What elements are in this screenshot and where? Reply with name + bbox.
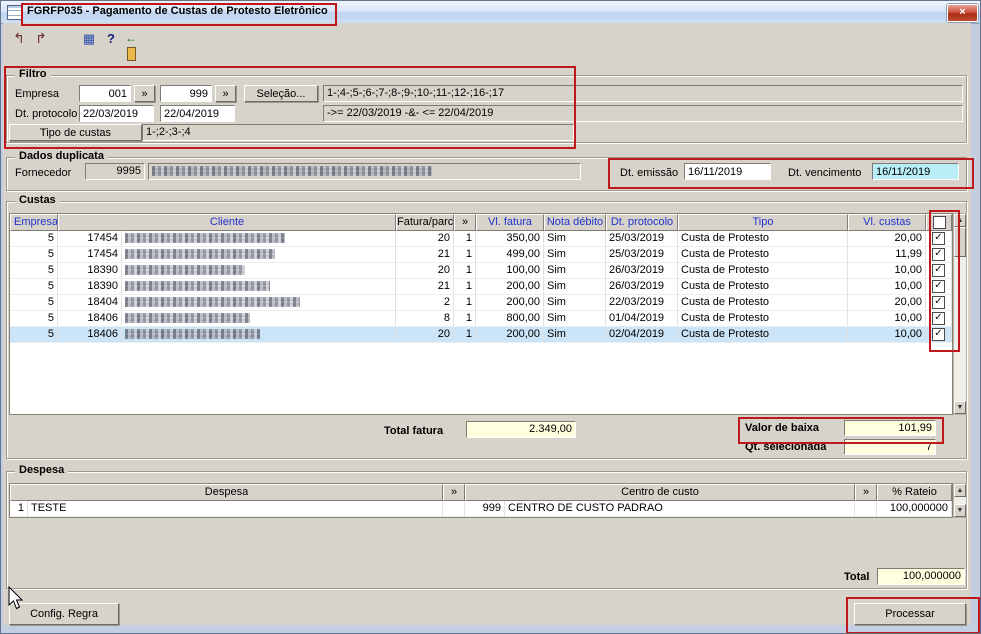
dt-vencimento-input[interactable] (872, 163, 959, 180)
post-all-icon[interactable]: ↱ (31, 30, 51, 48)
column-header-cc-arrow[interactable]: » (855, 484, 877, 501)
column-header-parc-arrow[interactable]: » (454, 214, 476, 231)
table-row-selected[interactable]: 5 18406 20 1 200,00 Sim 02/04/2019 Custa… (10, 327, 952, 343)
fornecedor-code-field: 9995 (85, 163, 145, 180)
filtro-group-title: Filtro (15, 68, 51, 80)
total-fatura-label: Total fatura (384, 425, 444, 437)
valor-baixa-label: Valor de baixa (745, 422, 819, 434)
empresa-to-input[interactable] (160, 85, 212, 102)
empresa-list-field: 1-;4-;5-;6-;7-;8-;9-;10-;11-;12-;16-;17 (323, 85, 963, 102)
table-row[interactable]: 5 18404 2 1 200,00 Sim 22/03/2019 Custa … (10, 295, 952, 311)
client-name-redacted (125, 313, 250, 324)
row-checkbox[interactable]: ✓ (932, 247, 945, 261)
row-checkbox[interactable]: ✓ (932, 263, 945, 277)
processar-button[interactable]: Processar (854, 603, 966, 625)
valor-baixa-field: 101,99 (844, 420, 936, 436)
row-checkbox[interactable]: ✓ (932, 311, 945, 325)
window-title: FGRFP035 - Pagamento de Custas de Protes… (27, 5, 328, 17)
qt-selecionada-label: Qt. selecionada (745, 441, 827, 453)
client-name-redacted (125, 281, 270, 292)
empresa-range-button-2[interactable]: » (215, 85, 236, 102)
selecao-button[interactable]: Seleção... (244, 85, 318, 102)
dt-vencimento-label: Dt. vencimento (788, 167, 862, 179)
scroll-down-icon[interactable]: ▼ (954, 504, 966, 517)
client-name-redacted (125, 249, 275, 260)
client-name-redacted (125, 233, 285, 244)
column-header-vl-fatura[interactable]: Vl. fatura (476, 214, 544, 231)
scrollbar-thumb[interactable] (954, 227, 966, 257)
table-row[interactable]: 5 17454 21 1 499,00 Sim 25/03/2019 Custa… (10, 247, 952, 263)
despesa-grid: Despesa » Centro de custo » % Rateio 1 T… (9, 483, 953, 518)
tipo-custas-button[interactable]: Tipo de custas (9, 124, 142, 141)
scroll-up-icon[interactable]: ▲ (954, 214, 966, 227)
column-header-despesa-arrow[interactable]: » (443, 484, 465, 501)
despesa-grid-header: Despesa » Centro de custo » % Rateio (10, 484, 952, 501)
client-name-redacted (125, 297, 300, 308)
table-row[interactable]: 5 18406 8 1 800,00 Sim 01/04/2019 Custa … (10, 311, 952, 327)
tipo-custas-field: 1-;2-;3-;4 (142, 124, 574, 141)
column-header-tipo[interactable]: Tipo (678, 214, 848, 231)
fornecedor-label: Fornecedor (15, 167, 72, 179)
custas-grid-header: Empresa Cliente Fatura/parc. » Vl. fatur… (10, 214, 952, 231)
dt-protocolo-from-input[interactable] (79, 105, 154, 122)
column-header-cliente[interactable]: Cliente (58, 214, 396, 231)
fornecedor-name-field (148, 163, 581, 180)
empresa-range-button[interactable]: » (134, 85, 155, 102)
row-checkbox[interactable]: ✓ (932, 231, 945, 245)
dados-duplicata-group-title: Dados duplicata (15, 150, 108, 162)
titlebar[interactable]: FGRFP035 - Pagamento de Custas de Protes… (1, 1, 980, 24)
column-header-nota-debito[interactable]: Nota débito (544, 214, 606, 231)
app-window: FGRFP035 - Pagamento de Custas de Protes… (0, 0, 981, 634)
row-checkbox[interactable]: ✓ (932, 295, 945, 309)
despesa-total-field: 100,000000 (877, 568, 965, 585)
row-checkbox[interactable]: ✓ (932, 327, 945, 341)
dt-protocolo-expr-field: ->= 22/03/2019 -&- <= 22/04/2019 (323, 105, 963, 122)
column-header-centro-custo[interactable]: Centro de custo (465, 484, 855, 501)
config-regra-button[interactable]: Config. Regra (9, 603, 119, 625)
custas-group-title: Custas (15, 194, 60, 206)
custas-scrollbar[interactable]: ▲ ▼ (953, 213, 967, 415)
empresa-label: Empresa (15, 88, 60, 100)
table-row[interactable]: 5 18390 20 1 100,00 Sim 26/03/2019 Custa… (10, 263, 952, 279)
despesa-total-label: Total (844, 571, 870, 583)
column-header-empresa[interactable]: Empresa (10, 214, 58, 231)
exit-icon[interactable]: ← (121, 30, 141, 48)
select-all-checkbox[interactable] (932, 215, 946, 229)
despesa-scrollbar[interactable]: ▲ ▼ (953, 483, 967, 518)
qt-selecionada-field: 7 (844, 439, 936, 455)
column-header-dt-protocolo[interactable]: Dt. protocolo (606, 214, 678, 231)
despesa-row[interactable]: 1 TESTE 999 CENTRO DE CUSTO PADRAO 100,0… (10, 501, 952, 517)
dt-emissao-label: Dt. emissão (620, 167, 679, 179)
dt-protocolo-to-input[interactable] (160, 105, 235, 122)
scroll-up-icon[interactable]: ▲ (954, 484, 966, 497)
column-header-fatura-parc[interactable]: Fatura/parc. (396, 214, 454, 231)
fornecedor-name-redacted (152, 166, 432, 177)
custas-grid: Empresa Cliente Fatura/parc. » Vl. fatur… (9, 213, 953, 415)
scroll-down-icon[interactable]: ▼ (954, 401, 966, 414)
table-row[interactable]: 5 18390 21 1 200,00 Sim 26/03/2019 Custa… (10, 279, 952, 295)
despesa-group-title: Despesa (15, 464, 69, 476)
row-checkbox[interactable]: ✓ (932, 279, 945, 293)
dt-protocolo-label: Dt. protocolo (15, 108, 78, 120)
column-header-select[interactable] (926, 214, 952, 231)
close-button[interactable]: × (947, 4, 978, 22)
column-header-despesa[interactable]: Despesa (10, 484, 443, 501)
client-name-redacted (125, 265, 245, 276)
column-header-rateio[interactable]: % Rateio (877, 484, 952, 501)
help-icon[interactable]: ? (101, 30, 121, 48)
total-fatura-field: 2.349,00 (466, 421, 576, 438)
column-header-vl-custas[interactable]: Vl. custas (848, 214, 926, 231)
table-row[interactable]: 5 17454 20 1 350,00 Sim 25/03/2019 Custa… (10, 231, 952, 247)
empresa-from-input[interactable] (79, 85, 131, 102)
client-name-redacted (125, 329, 260, 340)
dt-emissao-input[interactable] (684, 163, 771, 180)
app-icon (7, 5, 22, 20)
grid-icon[interactable]: ▦ (79, 30, 99, 48)
post-selection-icon[interactable]: ↰ (9, 30, 29, 48)
